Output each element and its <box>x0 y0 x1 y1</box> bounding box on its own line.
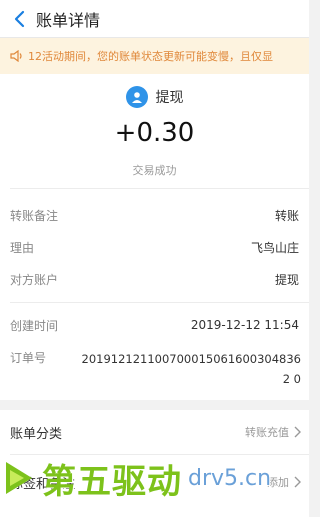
notice-banner: 12活动期间，您的账单状态更新可能变慢，且仅显 <box>0 38 309 74</box>
tags-value-group: 添加 <box>267 474 301 490</box>
detail-label: 转账备注 <box>10 208 59 223</box>
payee-name: 提现 <box>155 90 184 106</box>
divider <box>10 454 309 455</box>
detail-value: 转账 <box>274 208 299 223</box>
notice-text: 12活动期间，您的账单状态更新可能变慢，且仅显 <box>28 50 273 63</box>
detail-label: 理由 <box>10 240 35 255</box>
category-card: 账单分类 转账充值 标签和备注 添加 <box>0 410 309 517</box>
detail-label: 创建时间 <box>10 318 59 333</box>
bill-category-row[interactable]: 账单分类 转账充值 <box>10 410 301 454</box>
top-bar: 账单详情 <box>0 0 309 38</box>
speaker-icon <box>10 49 24 63</box>
category-label: 账单分类 <box>10 426 63 442</box>
tags-remarks-row[interactable]: 标签和备注 添加 <box>10 460 301 504</box>
chevron-right-icon <box>294 426 301 438</box>
tags-value: 添加 <box>267 476 289 489</box>
payee-row: 提现 <box>0 86 309 108</box>
transaction-status: 交易成功 <box>132 164 177 177</box>
category-value-group: 转账充值 <box>245 424 301 440</box>
divider <box>10 302 309 303</box>
detail-label: 对方账户 <box>10 272 59 287</box>
chevron-right-icon <box>294 476 301 488</box>
detail-row-reason: 理由 飞鸟山庄 <box>10 236 299 258</box>
summary-card: 提现 +0.30 交易成功 <box>0 74 309 188</box>
category-value: 转账充值 <box>245 426 289 439</box>
details-card: 转账备注 转账 理由 飞鸟山庄 对方账户 提现 创建时间 2019-12-12 … <box>0 188 309 400</box>
page-title: 账单详情 <box>36 10 101 30</box>
order-number-value: 2019121211007000150616003048362 0 <box>81 352 302 386</box>
detail-value: 2019-12-12 11:54 <box>190 318 299 332</box>
detail-row-counterparty: 对方账户 提现 <box>10 268 299 290</box>
user-icon <box>125 86 148 108</box>
tags-label: 标签和备注 <box>10 476 76 492</box>
divider <box>10 188 309 189</box>
back-arrow-icon[interactable] <box>6 0 32 38</box>
detail-label: 订单号 <box>10 351 47 365</box>
detail-row-order-number: 订单号 2019121211007000150616003048362 0 <box>10 346 301 386</box>
detail-value: 飞鸟山庄 <box>250 240 299 255</box>
detail-value: 提现 <box>274 272 299 287</box>
detail-row-remark: 转账备注 转账 <box>10 204 299 226</box>
detail-row-created: 创建时间 2019-12-12 11:54 <box>10 314 299 336</box>
amount: +0.30 <box>114 118 195 148</box>
